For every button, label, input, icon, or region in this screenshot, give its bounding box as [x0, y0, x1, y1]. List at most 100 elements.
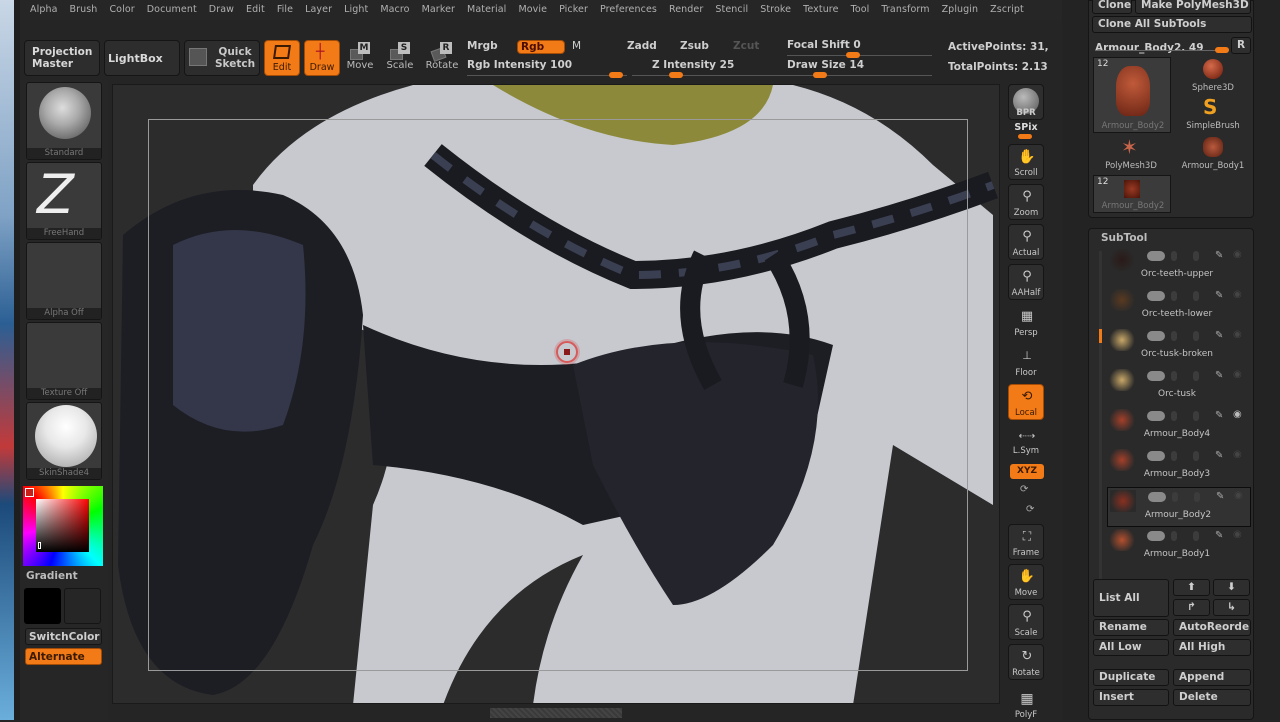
- delete-button[interactable]: Delete: [1173, 689, 1251, 706]
- subtool-item-armour_body4[interactable]: ✎ ◉ Armour_Body4: [1107, 407, 1251, 447]
- rgb-intensity-slider-knob[interactable]: [608, 72, 623, 78]
- brush-toggle-icon[interactable]: ✎: [1215, 290, 1223, 301]
- menu-layer[interactable]: Layer: [299, 2, 338, 18]
- subtool-item-orc-tusk-broken[interactable]: ✎ ◉ Orc-tusk-broken: [1107, 327, 1251, 367]
- rename-button[interactable]: Rename: [1093, 619, 1169, 636]
- subtool-title[interactable]: SubTool: [1101, 232, 1147, 244]
- subtool-visibility-toggle[interactable]: [1147, 331, 1165, 341]
- menu-document[interactable]: Document: [141, 2, 203, 18]
- eye-icon[interactable]: ◉: [1233, 249, 1242, 260]
- mrgb-button[interactable]: Mrgb: [467, 40, 498, 52]
- auto-reorder-button[interactable]: AutoReorder: [1173, 619, 1251, 636]
- rgb-button[interactable]: Rgb: [517, 40, 565, 54]
- clone-button[interactable]: Clone: [1092, 0, 1132, 14]
- menu-draw[interactable]: Draw: [203, 2, 240, 18]
- all-low-button[interactable]: All Low: [1093, 639, 1169, 656]
- z-intensity-slider[interactable]: [632, 75, 792, 76]
- menu-picker[interactable]: Picker: [553, 2, 594, 18]
- polypaint-toggle-icon[interactable]: [1171, 371, 1177, 381]
- scroll-button[interactable]: ✋ Scroll: [1008, 144, 1044, 180]
- tool-sphere3d[interactable]: Sphere3D: [1173, 57, 1253, 95]
- menu-edit[interactable]: Edit: [240, 2, 271, 18]
- mask-toggle-icon[interactable]: [1194, 492, 1200, 502]
- rotate-view-button[interactable]: ↻ Rotate: [1008, 644, 1044, 680]
- subtool-item-orc-teeth-upper[interactable]: ✎ ◉ Orc-teeth-upper: [1107, 247, 1251, 287]
- mask-toggle-icon[interactable]: [1193, 291, 1199, 301]
- polyframe-button[interactable]: ▦ PolyF: [1008, 686, 1044, 722]
- subtool-item-armour_body1[interactable]: ✎ ◉ Armour_Body1: [1107, 527, 1251, 567]
- tool-simplebrush[interactable]: S SimpleBrush: [1173, 95, 1253, 133]
- eye-icon[interactable]: ◉: [1233, 529, 1242, 540]
- eye-icon[interactable]: ◉: [1234, 490, 1243, 501]
- projection-master-button[interactable]: Projection Master: [24, 40, 100, 76]
- edit-mode-button[interactable]: Edit: [264, 40, 300, 76]
- xyz-rotate-toggle[interactable]: XYZ: [1010, 464, 1044, 479]
- alternate-button[interactable]: Alternate: [25, 648, 102, 665]
- quick-sketch-button[interactable]: Quick Sketch: [184, 40, 260, 76]
- insert-button[interactable]: Insert: [1093, 689, 1169, 706]
- tool-polymesh3d[interactable]: ✶ PolyMesh3D: [1091, 135, 1171, 173]
- brush-toggle-icon[interactable]: ✎: [1215, 410, 1223, 421]
- draw-size-slider-knob[interactable]: [813, 72, 828, 78]
- stroke-selector[interactable]: Z FreeHand: [26, 162, 102, 240]
- menu-light[interactable]: Light: [338, 2, 374, 18]
- brush-toggle-icon[interactable]: ✎: [1215, 370, 1223, 381]
- current-tool-slider-knob[interactable]: [1215, 47, 1229, 53]
- subtool-list-scrollbar-thumb[interactable]: [1099, 329, 1102, 343]
- subtool-item-orc-teeth-lower[interactable]: ✎ ◉ Orc-teeth-lower: [1107, 287, 1251, 327]
- polypaint-toggle-icon[interactable]: [1171, 531, 1177, 541]
- lsym-button[interactable]: ⇠⇢ L.Sym: [1008, 430, 1044, 458]
- floor-button[interactable]: ⊥ Floor: [1008, 344, 1044, 380]
- move-mode-button[interactable]: M Move: [340, 40, 380, 76]
- draw-size-slider[interactable]: [787, 75, 932, 76]
- eye-icon[interactable]: ◉: [1233, 289, 1242, 300]
- bpr-button[interactable]: BPR: [1008, 84, 1044, 120]
- spix-slider-knob[interactable]: [1018, 134, 1032, 139]
- brush-toggle-icon[interactable]: ✎: [1215, 330, 1223, 341]
- mask-toggle-icon[interactable]: [1193, 331, 1199, 341]
- focal-shift-slider-knob[interactable]: [845, 52, 860, 58]
- menu-stroke[interactable]: Stroke: [754, 2, 797, 18]
- menu-zscript[interactable]: Zscript: [984, 2, 1030, 18]
- menu-alpha[interactable]: Alpha: [24, 2, 64, 18]
- main-color-swatch-large[interactable]: [24, 588, 61, 624]
- draw-mode-button[interactable]: ┼ Draw: [304, 40, 340, 76]
- aahalf-button[interactable]: ⚲ AAHalf: [1008, 264, 1044, 300]
- frame-button[interactable]: ⛶ Frame: [1008, 524, 1044, 560]
- brush-toggle-icon[interactable]: ✎: [1215, 530, 1223, 541]
- subtool-item-orc-tusk[interactable]: ✎ ◉ Orc-tusk: [1107, 367, 1251, 407]
- menu-preferences[interactable]: Preferences: [594, 2, 663, 18]
- move-subtool-down-button[interactable]: ⬇: [1213, 579, 1250, 596]
- clone-all-subtools-button[interactable]: Clone All SubTools: [1092, 16, 1252, 33]
- subtool-visibility-toggle[interactable]: [1148, 492, 1166, 502]
- persp-button[interactable]: ▦ Persp: [1008, 304, 1044, 340]
- all-high-button[interactable]: All High: [1173, 639, 1251, 656]
- y-rotate-toggle[interactable]: ⟳: [1020, 484, 1028, 495]
- polypaint-toggle-icon[interactable]: [1171, 331, 1177, 341]
- menu-marker[interactable]: Marker: [416, 2, 461, 18]
- polypaint-toggle-icon[interactable]: [1171, 291, 1177, 301]
- z-rotate-toggle[interactable]: ⟳: [1026, 504, 1034, 515]
- brush-toggle-icon[interactable]: ✎: [1215, 250, 1223, 261]
- polypaint-toggle-icon[interactable]: [1172, 492, 1178, 502]
- menu-tool[interactable]: Tool: [845, 2, 876, 18]
- mask-toggle-icon[interactable]: [1193, 371, 1199, 381]
- subtool-list-scrollbar[interactable]: [1099, 251, 1102, 581]
- material-selector[interactable]: SkinShade4: [26, 402, 102, 480]
- subtool-visibility-toggle[interactable]: [1147, 251, 1165, 261]
- mask-toggle-icon[interactable]: [1193, 251, 1199, 261]
- move-subtool-out-button[interactable]: ↳: [1213, 599, 1250, 616]
- zsub-button[interactable]: Zsub: [680, 40, 709, 52]
- rotate-mode-button[interactable]: R Rotate: [422, 40, 462, 76]
- canvas-viewport[interactable]: [112, 84, 1000, 704]
- eye-icon[interactable]: ◉: [1233, 449, 1242, 460]
- r-reset-button[interactable]: R: [1231, 37, 1251, 54]
- duplicate-button[interactable]: Duplicate: [1093, 669, 1169, 686]
- tool-thumb-armour-body2-small[interactable]: 12 Armour_Body2: [1093, 175, 1171, 213]
- brush-toggle-icon[interactable]: ✎: [1215, 450, 1223, 461]
- m-button[interactable]: M: [572, 40, 581, 52]
- menu-brush[interactable]: Brush: [64, 2, 104, 18]
- gradient-button[interactable]: Gradient: [26, 570, 78, 582]
- rgb-intensity-slider[interactable]: [467, 75, 627, 76]
- actual-button[interactable]: ⚲ Actual: [1008, 224, 1044, 260]
